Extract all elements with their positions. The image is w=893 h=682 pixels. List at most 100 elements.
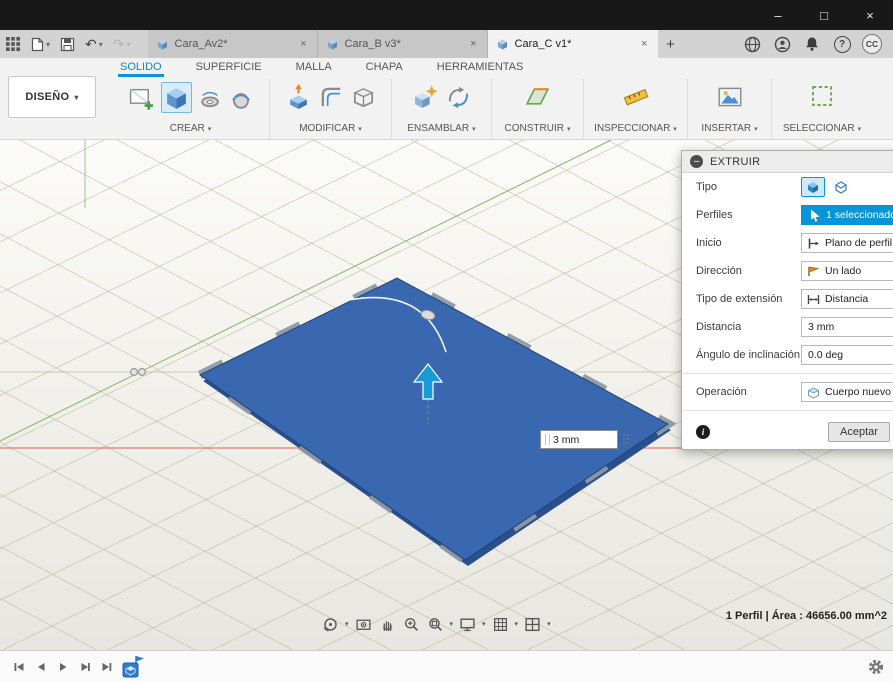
orbit-button[interactable] (320, 615, 341, 634)
revolve-button[interactable] (197, 87, 223, 113)
tab-close-icon[interactable]: × (298, 38, 308, 50)
timeline-bar (0, 650, 893, 682)
shell-button[interactable] (350, 84, 377, 111)
help-button[interactable]: ? (829, 35, 855, 53)
chevron-down-icon[interactable]: ▾ (547, 620, 551, 628)
accept-button[interactable]: Aceptar (828, 422, 890, 442)
tab-cara-c-active[interactable]: Cara_C v1* × (487, 30, 658, 58)
tab-label: Cara_C v1* (514, 38, 572, 50)
chevron-down-icon[interactable]: ▾ (482, 620, 486, 628)
distance-inline-input[interactable]: 3 mm (540, 430, 618, 449)
undo-button[interactable]: ↶ ▾ (80, 30, 108, 58)
tab-close-icon[interactable]: × (468, 38, 478, 50)
chevron-down-icon: ▾ (46, 39, 51, 49)
tab-solido[interactable]: SOLIDO (118, 60, 164, 77)
fillet-button[interactable] (318, 84, 345, 111)
extent-type-dropdown[interactable]: Distancia (801, 289, 893, 309)
profile-button[interactable] (769, 36, 795, 53)
dialog-header[interactable]: – EXTRUIR (682, 151, 893, 173)
viewports-button[interactable] (522, 615, 543, 634)
group-inspeccionar-menu[interactable]: INSPECCIONAR ▾ (594, 123, 677, 134)
step-forward-button[interactable] (74, 660, 96, 674)
save-button[interactable] (55, 30, 80, 58)
group-modificar-menu[interactable]: MODIFICAR ▾ (299, 123, 362, 134)
group-seleccionar-menu[interactable]: SELECCIONAR ▾ (783, 123, 861, 134)
extrude-icon (167, 88, 186, 109)
construction-plane-button[interactable] (523, 82, 552, 111)
row-perfiles: Perfiles 1 seleccionado (682, 201, 893, 229)
pan-button[interactable] (377, 615, 398, 634)
tab-malla[interactable]: MALLA (294, 60, 334, 77)
extensions-button[interactable] (739, 36, 765, 53)
start-dropdown[interactable]: Plano de perfil (801, 233, 893, 253)
extruded-body[interactable] (191, 272, 677, 566)
extrude-button[interactable] (161, 82, 192, 113)
workspace-selector[interactable]: DISEÑO ▾ (8, 76, 96, 118)
chevron-down-icon[interactable]: ▾ (345, 620, 349, 628)
info-icon[interactable]: i (696, 425, 710, 439)
chevron-down-icon: ▾ (358, 125, 362, 133)
group-crear-menu[interactable]: CREAR ▾ (170, 123, 212, 134)
account-button[interactable]: CC (859, 34, 885, 54)
new-component-button[interactable] (411, 82, 440, 111)
group-label: INSPECCIONAR (594, 123, 671, 134)
taper-angle-input[interactable]: 0.0 deg (801, 345, 893, 365)
redo-button[interactable]: ↷ ▾ (108, 30, 136, 58)
type-solid-extrude-button[interactable] (801, 177, 825, 197)
create-sketch-button[interactable] (127, 84, 156, 113)
drag-handle-icon[interactable] (623, 433, 631, 446)
go-to-end-button[interactable] (96, 660, 118, 674)
tab-cara-b[interactable]: Cara_B v3* × (317, 30, 488, 58)
step-back-button[interactable] (30, 660, 52, 674)
group-inspeccionar: INSPECCIONAR ▾ (584, 79, 688, 139)
bell-icon (806, 37, 818, 51)
operation-dropdown[interactable]: Cuerpo nuevo (801, 382, 893, 402)
play-button[interactable] (52, 660, 74, 674)
profiles-selection-chip[interactable]: 1 seleccionado (801, 205, 893, 225)
press-pull-button[interactable] (284, 82, 313, 111)
zoom-button[interactable] (401, 615, 422, 634)
distance-input[interactable]: 3 mm (801, 317, 893, 337)
direction-dropdown[interactable]: Un lado (801, 261, 893, 281)
tab-herramientas[interactable]: HERRAMIENTAS (435, 60, 526, 77)
fit-button[interactable] (425, 615, 446, 634)
timeline-settings-button[interactable] (867, 658, 885, 676)
go-to-start-button[interactable] (8, 660, 30, 674)
display-settings-button[interactable] (457, 615, 478, 634)
file-menu-button[interactable]: ▾ (26, 30, 55, 58)
select-button[interactable] (808, 82, 836, 110)
tab-cara-av2[interactable]: Cara_Av2* × (147, 30, 318, 58)
new-tab-button[interactable]: + (658, 30, 684, 58)
group-construir-menu[interactable]: CONSTRUIR ▾ (505, 123, 571, 134)
insert-image-button[interactable] (715, 82, 745, 112)
joint-button[interactable] (445, 84, 472, 111)
chevron-down-icon[interactable]: ▾ (450, 620, 454, 628)
timeline-feature-marker[interactable] (120, 654, 146, 680)
tabbar-right-icons: ? CC (739, 30, 893, 58)
tab-chapa[interactable]: CHAPA (364, 60, 405, 77)
group-insertar-menu[interactable]: INSERTAR ▾ (701, 123, 757, 134)
plate-top-face[interactable] (199, 277, 669, 561)
sweep-button[interactable] (228, 87, 254, 113)
type-thin-extrude-button[interactable] (829, 177, 853, 197)
group-ensamblar-menu[interactable]: ENSAMBLAR ▾ (407, 123, 475, 134)
save-icon (60, 37, 75, 51)
measure-button[interactable] (621, 82, 651, 112)
close-button[interactable]: × (847, 0, 893, 30)
tab-close-icon[interactable]: × (639, 38, 649, 50)
grid-snap-button[interactable] (490, 615, 511, 634)
minimize-button[interactable]: – (755, 0, 801, 30)
notifications-button[interactable] (799, 36, 825, 52)
fit-icon (428, 617, 442, 631)
collapse-icon[interactable]: – (690, 155, 703, 168)
chevron-down-icon: ▾ (673, 125, 677, 133)
app-grid-icon[interactable] (0, 30, 26, 58)
selection-box-icon (812, 86, 832, 106)
look-at-button[interactable] (353, 615, 374, 634)
origin-icon[interactable] (130, 368, 147, 377)
tab-superficie[interactable]: SUPERFICIE (194, 60, 264, 77)
person-icon (774, 36, 790, 52)
maximize-button[interactable]: □ (801, 0, 847, 30)
dimension-input-box: 3 mm (540, 430, 631, 449)
chevron-down-icon[interactable]: ▾ (515, 620, 519, 628)
